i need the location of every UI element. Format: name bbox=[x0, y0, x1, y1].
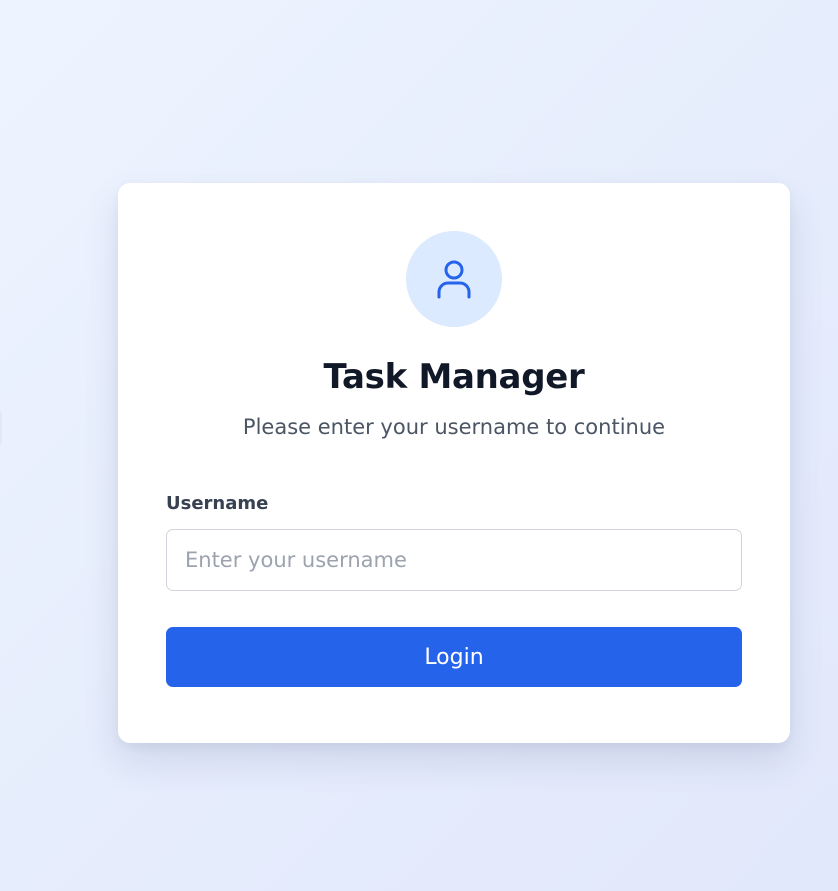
page-subtitle: Please enter your username to continue bbox=[242, 415, 666, 439]
username-label: Username bbox=[166, 493, 269, 514]
user-icon bbox=[437, 260, 471, 299]
login-button[interactable]: Login bbox=[166, 627, 742, 687]
edge-decoration bbox=[0, 412, 2, 444]
username-input[interactable] bbox=[166, 529, 742, 591]
login-card: Task Manager Please enter your username … bbox=[118, 183, 790, 743]
page-title: Task Manager bbox=[323, 357, 585, 397]
avatar bbox=[406, 231, 502, 327]
